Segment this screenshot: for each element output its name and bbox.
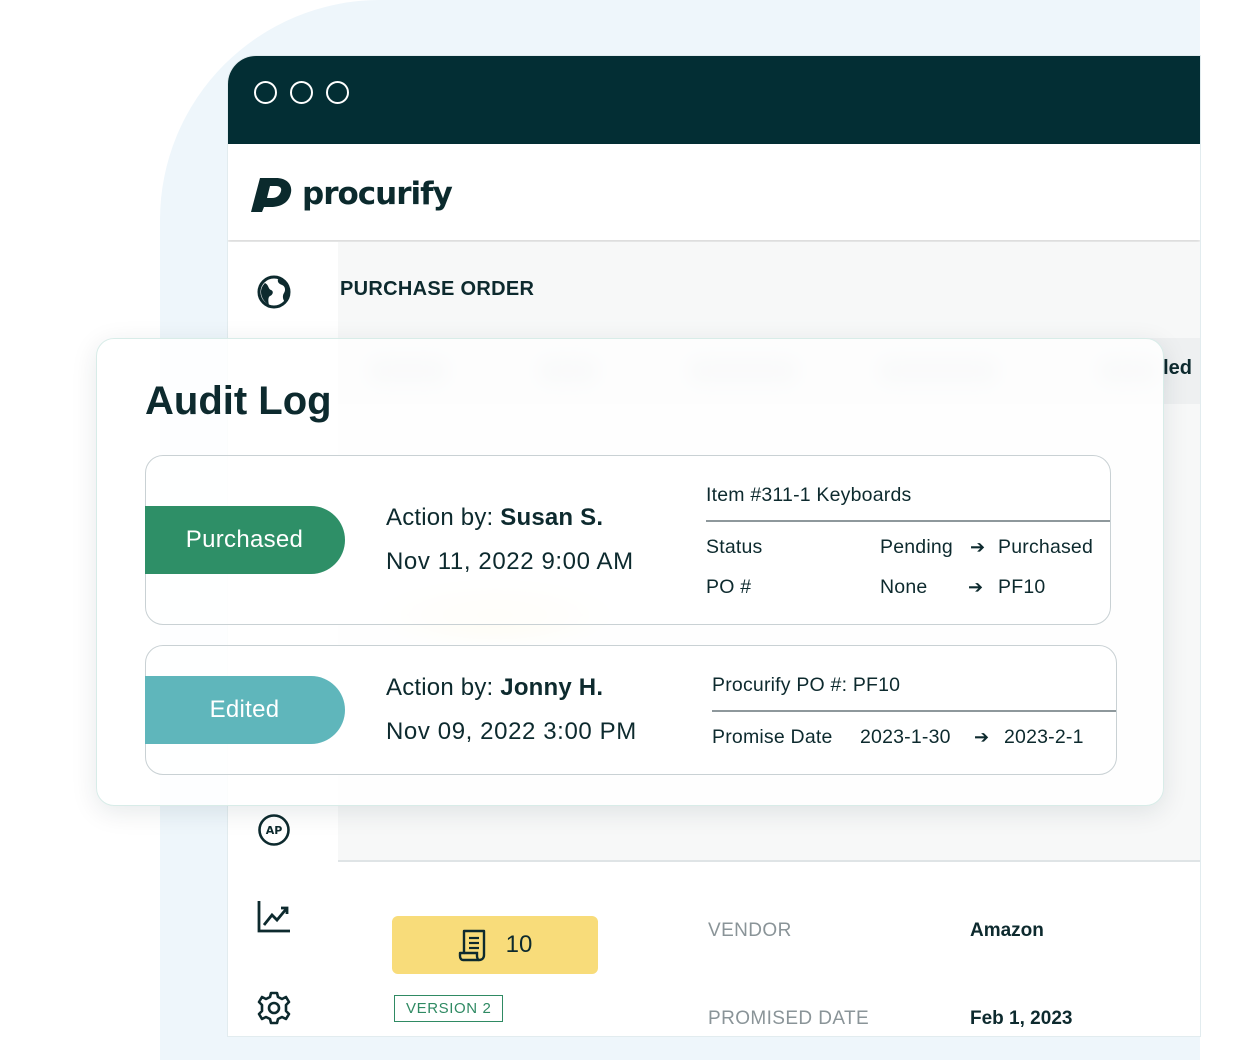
settings-icon[interactable] [256,990,292,1026]
vendor-label: VENDOR [708,920,792,941]
po-number-badge[interactable]: 10 [392,916,598,974]
change-from: None [880,576,928,598]
action-badge-edited: Edited [144,676,345,744]
audit-log-entry[interactable]: Edited Action by: Jonny H. Nov 09, 2022 … [144,645,1117,775]
procurify-logo-mark [251,178,292,212]
audit-log-entry[interactable]: Purchased Action by: Susan S. Nov 11, 20… [144,455,1111,625]
change-item-header: Item #311-1 Keyboards [706,484,912,506]
ap-icon[interactable]: AP [256,812,292,848]
change-field: Status [706,536,763,558]
promised-date-value: Feb 1, 2023 [970,1008,1073,1029]
change-to: Purchased [998,536,1094,558]
window-titlebar [228,56,1200,144]
truncated-column-header: led [1163,357,1192,379]
po-number: 10 [505,931,533,958]
action-timestamp: Nov 09, 2022 3:00 PM [386,718,637,745]
globe-icon[interactable] [256,274,292,310]
svg-text:AP: AP [266,824,283,837]
brand-name: procurify [302,175,453,212]
change-field: Promise Date [712,726,833,748]
change-from: Pending [880,536,953,558]
window-control-close[interactable] [254,81,277,104]
divider [712,710,1116,712]
vendor-value: Amazon [970,920,1044,941]
divider [706,520,1110,522]
window-control-minimize[interactable] [290,81,313,104]
arrow-right-icon: ➔ [970,537,986,557]
arrow-right-icon: ➔ [974,727,990,747]
analytics-icon[interactable] [256,898,292,934]
window-control-maximize[interactable] [326,81,349,104]
action-by: Action by: Jonny H. [386,674,603,702]
receipt-icon [458,929,485,962]
change-to: 2023-2-1 [1004,726,1084,748]
arrow-right-icon: ➔ [968,577,984,597]
po-summary-panel: 10 VERSION 2 VENDOR Amazon PROMISED DATE… [338,860,1200,1036]
promised-date-label: PROMISED DATE [708,1008,870,1029]
action-by: Action by: Susan S. [386,504,603,532]
app-header: procurify [228,144,1200,240]
change-item-header: Procurify PO #: PF10 [712,674,901,696]
action-badge-purchased: Purchased [144,506,345,574]
actor-name: Susan S. [500,504,604,531]
audit-log-card: Audit Log Purchased Action by: Susan S. … [96,338,1164,806]
action-by-prefix: Action by: [386,504,501,531]
action-timestamp: Nov 11, 2022 9:00 AM [386,548,634,575]
audit-log-title: Audit Log [145,379,332,423]
action-by-prefix: Action by: [386,674,501,701]
change-from: 2023-1-30 [860,726,951,748]
actor-name: Jonny H. [500,674,604,701]
procurify-logo[interactable]: procurify [248,174,453,214]
version-badge: VERSION 2 [394,995,504,1022]
change-field: PO # [706,576,752,598]
page-title: PURCHASE ORDER [340,278,535,300]
change-to: PF10 [998,576,1046,598]
